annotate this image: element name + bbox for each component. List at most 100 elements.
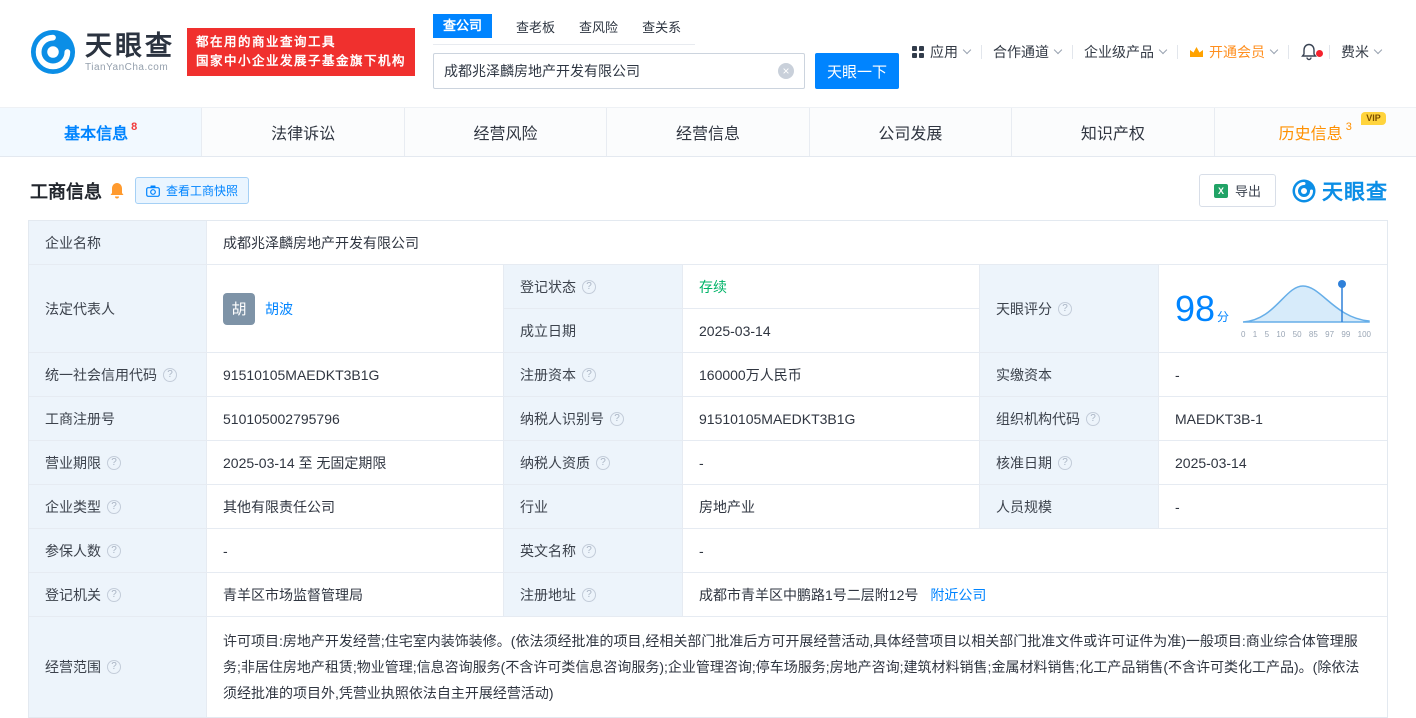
field-label-legal-rep: 法定代表人	[29, 265, 207, 353]
tianyancha-logo-icon	[30, 29, 76, 74]
help-icon[interactable]: ?	[107, 660, 121, 674]
tab-basic-info-count: 8	[131, 121, 138, 133]
nav-apps-label: 应用	[930, 43, 958, 60]
subscribe-bell-icon[interactable]	[109, 182, 125, 200]
help-icon[interactable]: ?	[582, 279, 596, 294]
field-value-company-type: 其他有限责任公司	[207, 485, 504, 529]
help-icon[interactable]: ?	[107, 543, 121, 558]
tianyancha-watermark: 天眼查	[1292, 176, 1388, 206]
section-header: 工商信息 查看工商快照 X 导出 天眼查	[0, 157, 1416, 220]
help-icon[interactable]: ?	[1058, 455, 1072, 470]
search-area: 查公司 查老板 查风险 查关系 × 天眼一下	[433, 14, 900, 89]
chevron-down-icon	[1373, 45, 1383, 55]
field-value-reg-address: 成都市青羊区中鹏路1号二层附12号 附近公司	[683, 573, 1387, 617]
field-value-english-name: -	[683, 529, 1387, 573]
field-value-taxpayer-id: 91510105MAEDKT3B1G	[683, 397, 980, 441]
field-label-english-name: 英文名称 ?	[504, 529, 683, 573]
field-label-reg-authority: 登记机关 ?	[29, 573, 207, 617]
camera-icon	[146, 185, 160, 197]
field-label-reg-status: 登记状态 ?	[504, 265, 683, 309]
tab-history-info-label: 历史信息	[1278, 126, 1343, 143]
tab-history-info[interactable]: 历史信息 3 VIP	[1215, 108, 1416, 156]
help-icon[interactable]: ?	[163, 367, 177, 382]
tab-legal-litigation[interactable]: 法律诉讼	[202, 108, 405, 156]
legal-rep-avatar[interactable]: 胡	[223, 292, 255, 325]
nav-cooperation-label: 合作通道	[993, 43, 1049, 60]
field-label-taxpayer-quality: 纳税人资质 ?	[504, 441, 683, 485]
section-tools: X 导出 天眼查	[1198, 174, 1388, 207]
tab-legal-litigation-label: 法律诉讼	[271, 126, 336, 143]
nearby-companies-link[interactable]: 附近公司	[930, 585, 986, 605]
field-label-company-type: 企业类型 ?	[29, 485, 207, 529]
view-snapshot-button[interactable]: 查看工商快照	[135, 177, 250, 204]
tab-intellectual-property[interactable]: 知识产权	[1012, 108, 1215, 156]
tab-basic-info-label: 基本信息	[64, 126, 129, 143]
tab-operation-risk-label: 经营风险	[473, 126, 538, 143]
tianyancha-watermark-icon	[1292, 179, 1316, 202]
field-label-org-code: 组织机构代码 ?	[980, 397, 1159, 441]
notification-bell[interactable]	[1289, 42, 1329, 61]
field-label-taxpayer-id: 纳税人识别号 ?	[504, 397, 683, 441]
score-curve	[1242, 280, 1370, 323]
tab-basic-info[interactable]: 基本信息 8	[0, 108, 203, 156]
crown-icon	[1190, 46, 1203, 57]
search-tab-risk[interactable]: 查风险	[579, 18, 618, 38]
help-icon[interactable]: ?	[582, 367, 596, 382]
field-value-industry: 房地产业	[683, 485, 980, 529]
field-value-business-term: 2025-03-14 至 无固定期限	[207, 441, 504, 485]
apps-grid-icon	[912, 45, 924, 58]
search-button[interactable]: 天眼一下	[815, 53, 900, 89]
tab-operation-risk[interactable]: 经营风险	[405, 108, 608, 156]
tab-operation-info[interactable]: 经营信息	[607, 108, 810, 156]
field-value-legal-rep: 胡 胡波	[207, 265, 504, 353]
help-icon[interactable]: ?	[582, 587, 596, 602]
field-value-taxpayer-quality: -	[683, 441, 980, 485]
site-header: 天眼查 TianYanCha.com 都在用的商业查询工具 国家中小企业发展子基…	[0, 0, 1416, 99]
slogan-badge: 都在用的商业查询工具 国家中小企业发展子基金旗下机构	[187, 27, 416, 76]
main-tabs: 基本信息 8 法律诉讼 经营风险 经营信息 公司发展 知识产权 历史信息 3 V…	[0, 107, 1416, 157]
notification-dot	[1316, 50, 1323, 57]
search-tab-relation[interactable]: 查关系	[642, 18, 681, 38]
tab-company-development[interactable]: 公司发展	[810, 108, 1013, 156]
nav-cooperation[interactable]: 合作通道	[982, 42, 1072, 62]
field-label-score: 天眼评分 ?	[980, 265, 1159, 353]
help-icon[interactable]: ?	[610, 411, 624, 426]
field-label-approval-date: 核准日期 ?	[980, 441, 1159, 485]
help-icon[interactable]: ?	[582, 543, 596, 558]
field-label-business-scope: 经营范围 ?	[29, 617, 207, 717]
nav-enterprise-products[interactable]: 企业级产品	[1073, 42, 1177, 62]
help-icon[interactable]: ?	[1086, 411, 1100, 426]
field-value-reg-status: 存续	[683, 265, 980, 309]
export-button[interactable]: X 导出	[1198, 174, 1276, 207]
field-value-reg-authority: 青羊区市场监督管理局	[207, 573, 504, 617]
score-number: 98 分	[1175, 287, 1230, 329]
search-input[interactable]	[444, 63, 779, 79]
help-icon[interactable]: ?	[107, 499, 121, 514]
nav-user[interactable]: 费米	[1330, 42, 1392, 62]
nav-apps[interactable]: 应用	[901, 42, 981, 62]
field-value-establish-date: 2025-03-14	[683, 309, 980, 353]
nav-open-membership[interactable]: 开通会员	[1178, 42, 1288, 62]
help-icon[interactable]: ?	[107, 587, 121, 602]
tianyancha-logo[interactable]: 天眼查 TianYanCha.com	[30, 29, 175, 75]
top-nav: 应用 合作通道 企业级产品 开通会员 费米	[901, 42, 1392, 62]
help-icon[interactable]: ?	[1058, 301, 1072, 316]
field-value-company-name: 成都兆泽麟房地产开发有限公司	[207, 221, 1387, 265]
tab-history-info-count: 3	[1345, 121, 1352, 133]
export-label: 导出	[1234, 184, 1261, 199]
legal-rep-link[interactable]: 胡波	[265, 299, 293, 319]
field-label-reg-capital: 注册资本 ?	[504, 353, 683, 397]
field-label-reg-address: 注册地址 ?	[504, 573, 683, 617]
field-value-reg-number: 510105002795796	[207, 397, 504, 441]
search-tab-boss[interactable]: 查老板	[516, 18, 555, 38]
field-label-company-name: 企业名称	[29, 221, 207, 265]
help-icon[interactable]: ?	[107, 455, 121, 470]
tab-operation-info-label: 经营信息	[675, 126, 740, 143]
chevron-down-icon	[1269, 45, 1279, 55]
tab-intellectual-property-label: 知识产权	[1080, 126, 1145, 143]
brand-name: 天眼查	[85, 30, 175, 61]
search-tab-company[interactable]: 查公司	[433, 14, 493, 38]
clear-icon[interactable]: ×	[778, 63, 795, 79]
help-icon[interactable]: ?	[596, 455, 610, 470]
view-snapshot-label: 查看工商快照	[166, 184, 239, 198]
